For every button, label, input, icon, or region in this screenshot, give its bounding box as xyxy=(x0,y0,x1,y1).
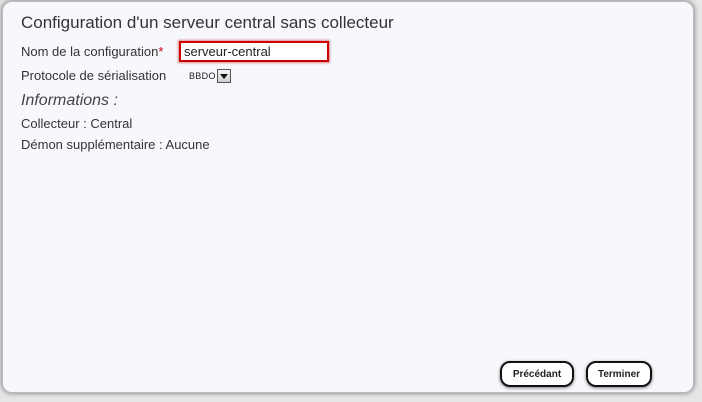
protocol-select[interactable]: BBDO xyxy=(189,68,231,84)
previous-button[interactable]: Précédant xyxy=(500,361,574,387)
required-marker: * xyxy=(158,44,164,59)
chevron-down-icon[interactable] xyxy=(216,69,231,83)
name-row: Nom de la configuration* xyxy=(21,44,163,59)
protocol-selected-value: BBDO xyxy=(189,71,216,81)
info-heading: Informations : xyxy=(21,92,118,109)
daemon-info: Démon supplémentaire : Aucune xyxy=(21,137,210,152)
name-label: Nom de la configuration xyxy=(21,44,159,59)
configuration-name-input[interactable] xyxy=(179,41,329,62)
protocol-label: Protocole de sérialisation xyxy=(21,68,167,83)
finish-button[interactable]: Terminer xyxy=(586,361,652,387)
dialog-title: Configuration d'un serveur central sans … xyxy=(21,13,394,32)
wizard-dialog: Configuration d'un serveur central sans … xyxy=(2,1,694,393)
collector-info: Collecteur : Central xyxy=(21,116,133,131)
